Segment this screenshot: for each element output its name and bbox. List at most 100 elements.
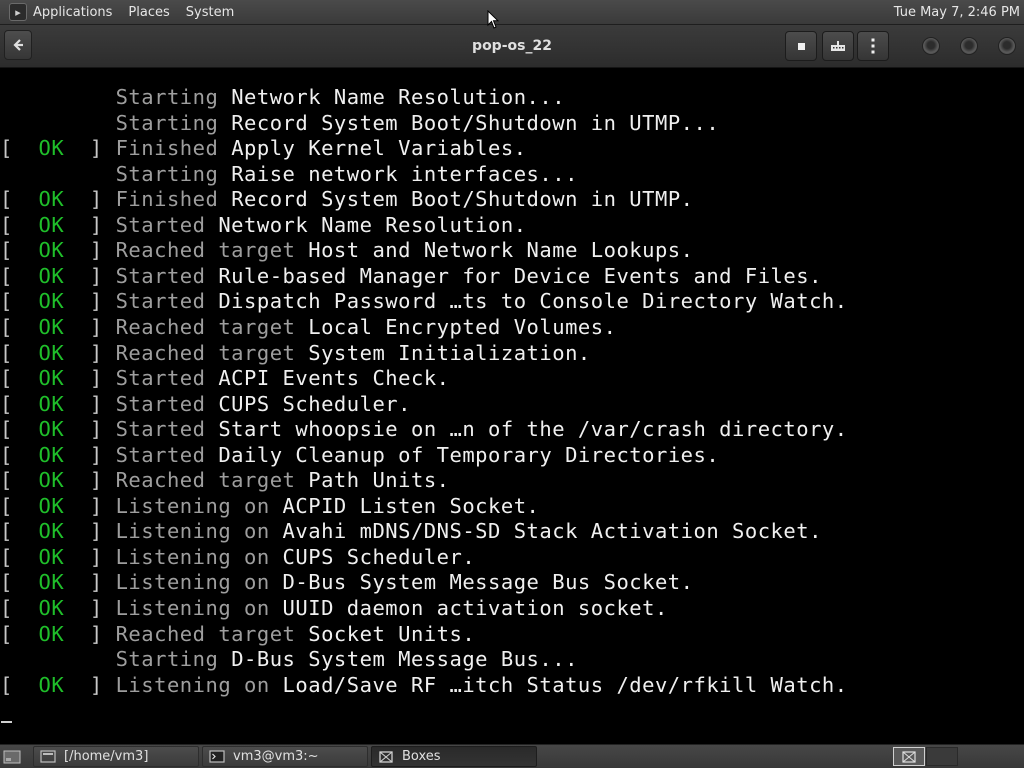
menu-places[interactable]: Places [128,5,169,20]
console-line: [ OK ] Started Rule-based Manager for De… [0,264,822,289]
task-label: Boxes [402,749,441,764]
status-verb: Starting [115,110,232,135]
status-bracket-close: ] [89,570,116,595]
status-verb: Started [115,212,219,237]
status-message: Record System Boot/Shutdown in UTMP. [231,187,694,212]
status-ok: OK [12,468,90,493]
console-line: [ OK ] Listening on Load/Save RF …itch S… [0,673,848,698]
status-bracket-open: [ [0,136,13,161]
menu-system[interactable]: System [186,5,234,20]
status-bracket-open: [ [0,519,13,544]
back-button[interactable] [4,30,32,60]
status-blank [0,111,116,135]
task-file-manager[interactable]: [/home/vm3] [33,746,199,767]
status-ok: OK [12,596,90,620]
console-line: [ OK ] Started Network Name Resolution. [0,213,527,238]
console-line: [ OK ] Started ACPI Events Check. [0,366,450,391]
status-message: Network Name Resolution... [231,85,566,109]
console-line: [ OK ] Reached target System Initializat… [0,341,591,366]
vm-console-display[interactable]: Starting Network Name Resolution... Star… [0,68,1024,744]
status-message: Start whoopsie on …n of the /var/crash d… [218,417,848,442]
minimize-button[interactable] [922,37,940,55]
status-blank [0,85,116,109]
status-bracket-open: [ [0,366,13,391]
status-bracket-open: [ [0,391,13,416]
window-header-bar: pop-os_22 [0,25,1024,68]
status-message: Raise network interfaces... [231,161,578,186]
bottom-taskbar: [/home/vm3] vm3@vm3:~ Boxes [0,744,1024,768]
console-line: [ OK ] Reached target Host and Network N… [0,238,694,263]
maximize-button[interactable] [960,37,978,55]
status-bracket-open: [ [0,621,13,646]
top-panel: ▸ Applications Places System Tue May 7, … [0,0,1024,25]
show-desktop-button[interactable] [0,746,24,767]
status-bracket-close: ] [89,136,116,161]
console-line: [ OK ] Finished Record System Boot/Shutd… [0,187,694,212]
console-line: [ OK ] Reached target Path Units. [0,468,450,493]
status-verb: Listening on [115,519,283,544]
console-line: [ OK ] Listening on Avahi mDNS/DNS-SD St… [0,519,822,544]
status-ok: OK [12,238,90,263]
status-bracket-close: ] [89,187,116,212]
distro-logo-icon[interactable]: ▸ [9,3,27,21]
status-ok: OK [12,391,90,416]
status-ok: OK [12,212,90,237]
status-message: D-Bus System Message Bus Socket. [282,570,694,595]
status-verb: Reached target [115,468,309,493]
status-bracket-open: [ [0,570,13,595]
status-bracket-open: [ [0,672,13,697]
task-boxes[interactable]: Boxes [371,746,537,767]
status-bracket-close: ] [89,596,116,620]
keyboard-icon [831,41,845,51]
status-message: Socket Units. [308,621,476,646]
status-bracket-open: [ [0,442,13,467]
status-ok: OK [12,544,90,569]
status-bracket-close: ] [89,621,116,646]
status-message: Load/Save RF …itch Status /dev/rfkill Wa… [282,672,848,697]
console-line: [ OK ] Started Daily Cleanup of Temporar… [0,443,719,468]
status-ok: OK [12,187,90,212]
workspace-2[interactable] [926,747,958,766]
status-bracket-open: [ [0,263,13,288]
keyboard-button[interactable] [822,31,854,61]
status-verb: Reached target [115,238,309,263]
arrow-left-icon [13,39,23,51]
status-verb: Started [115,263,219,288]
console-line: Starting Raise network interfaces... [0,162,578,187]
status-verb: Listening on [115,544,283,569]
console-line: [ OK ] Listening on ACPID Listen Socket. [0,494,539,519]
menu-button[interactable] [857,31,889,61]
status-bracket-close: ] [89,442,116,467]
close-button[interactable] [998,37,1016,55]
status-message: Avahi mDNS/DNS-SD Stack Activation Socke… [282,519,822,544]
status-message: Daily Cleanup of Temporary Directories. [218,442,720,467]
status-message: Apply Kernel Variables. [231,136,527,161]
status-ok: OK [12,136,90,161]
fullscreen-button[interactable] [785,31,817,61]
boxes-icon [902,750,916,763]
console-line: [ OK ] Reached target Socket Units. [0,622,475,647]
status-verb: Reached target [115,621,309,646]
text-cursor [1,721,12,723]
status-bracket-close: ] [89,493,116,518]
status-bracket-close: ] [89,212,116,237]
status-bracket-open: [ [0,187,13,212]
status-verb: Started [115,391,219,416]
status-message: CUPS Scheduler. [282,544,476,569]
square-icon [797,42,805,50]
status-verb: Listening on [115,493,283,518]
status-bracket-open: [ [0,289,13,314]
status-message: D-Bus System Message Bus... [231,647,578,672]
status-ok: OK [12,289,90,314]
status-bracket-close: ] [89,263,116,288]
clock[interactable]: Tue May 7, 2:46 PM [894,5,1020,20]
terminal-icon [209,750,225,764]
status-bracket-close: ] [89,519,116,544]
status-bracket-close: ] [89,468,116,493]
status-ok: OK [12,366,90,391]
task-terminal[interactable]: vm3@vm3:~ [202,746,368,767]
workspace-1[interactable] [893,747,925,766]
menu-applications[interactable]: Applications [33,5,112,20]
status-bracket-open: [ [0,238,13,263]
status-verb: Finished [115,187,232,212]
